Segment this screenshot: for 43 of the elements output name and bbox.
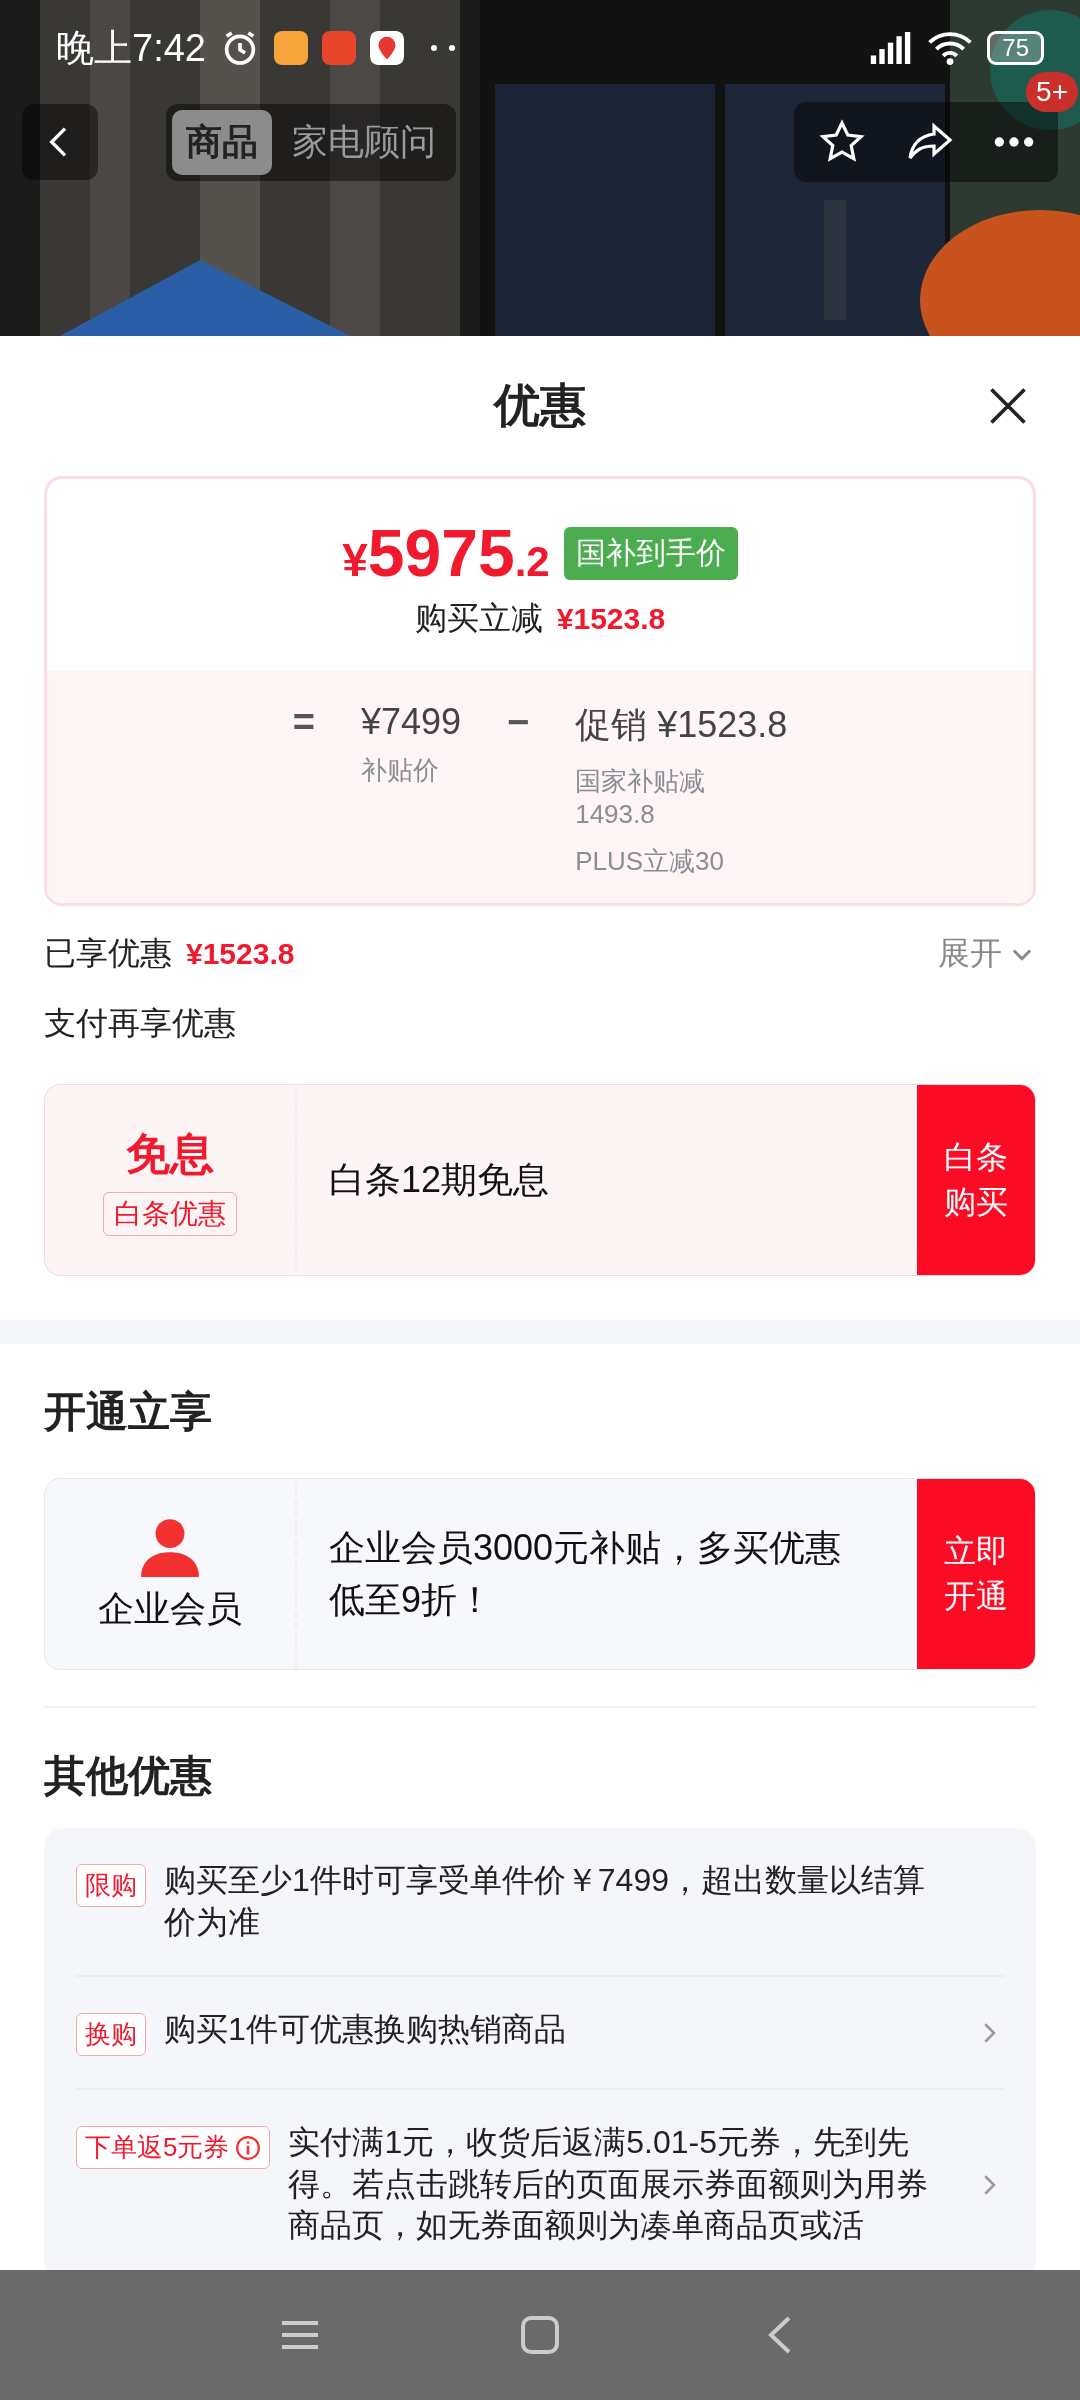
offer-text: 企业会员3000元补贴，多买优惠低至9折！ (328, 1525, 843, 1622)
final-price: ¥5975.2 (342, 515, 550, 591)
offer-text: 白条12期免息 (328, 1157, 551, 1202)
promo-tag: 下单返5元券 (76, 2126, 271, 2170)
activate-button[interactable]: 立即开通 (917, 1479, 1035, 1669)
info-icon[interactable] (235, 2134, 262, 2161)
tab[interactable]: 商品 (172, 109, 272, 175)
base-price-label: 补贴价 (360, 754, 440, 787)
price-tag: 国补到手价 (563, 526, 738, 580)
base-price: ¥7499 (360, 701, 461, 743)
home-icon[interactable] (520, 2315, 560, 2355)
savings-label: 购买立减 (414, 599, 543, 638)
enjoyed-value: ¥1523.8 (186, 937, 295, 971)
status-time: 晚上7:42 (56, 25, 206, 71)
savings-value: ¥1523.8 (556, 602, 666, 636)
promo-tag: 限购 (76, 1864, 146, 1907)
app-icon (273, 31, 308, 65)
promo-detail: PLUS立减30 (575, 845, 726, 878)
offer-tag: 白条优惠 (103, 1191, 237, 1236)
section-title: 其他优惠 (43, 1751, 213, 1801)
buy-button[interactable]: 白条购买 (917, 1085, 1035, 1275)
promo-text: 购买至少1件时可享受单件价￥7499，超出数量以结算价为准 (164, 1861, 926, 1942)
promo-amount: 促销 ¥1523.8 (575, 703, 788, 747)
enjoyed-label: 已享优惠 (44, 934, 172, 973)
more-icon[interactable] (994, 135, 1034, 149)
section-subtitle: 支付再享优惠 (43, 1004, 237, 1043)
section-title: 开通立享 (43, 1387, 213, 1437)
promo-text: 实付满1元，收货后返满5.01-5元券，先到先得。若点击跳转后的页面展示券面额则为用券商品页，如无券面额则为凑单商品页或活 (288, 2123, 930, 2246)
offer-title: 免息 (126, 1127, 214, 1180)
promo-detail: 国家补贴减1493.8 (575, 765, 707, 830)
expand-button[interactable]: 展开 (938, 932, 1036, 976)
minus-sign: − (507, 701, 530, 744)
back-button[interactable] (22, 104, 98, 180)
map-pin-icon (369, 31, 404, 65)
sheet-title: 优惠 (494, 378, 586, 433)
equals-sign: = (292, 701, 315, 744)
battery-indicator: 75 (987, 31, 1044, 65)
app-icon (321, 31, 356, 65)
promo-text: 购买1件可优惠换购热销商品 (164, 2010, 567, 2050)
promo-tag: 换购 (76, 2013, 146, 2057)
member-label: 企业会员 (98, 1586, 242, 1631)
wifi-icon (927, 31, 974, 65)
tab[interactable]: 家电顾问 (278, 109, 450, 175)
